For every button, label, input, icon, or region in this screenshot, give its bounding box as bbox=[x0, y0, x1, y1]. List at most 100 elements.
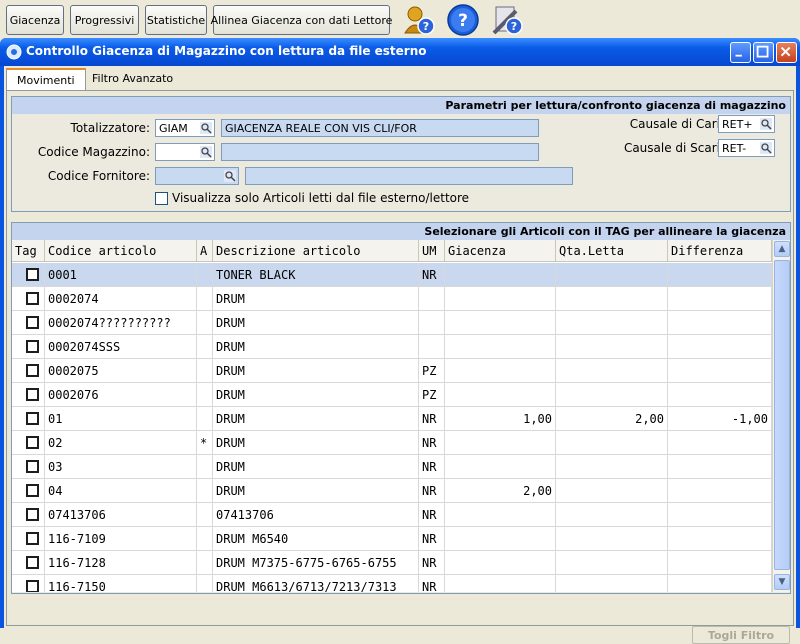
cell-qta-letta bbox=[556, 575, 668, 592]
table-row[interactable]: 116-7150 DRUM M6613/6713/7213/7313 NR bbox=[12, 575, 772, 592]
close-button[interactable] bbox=[776, 42, 797, 63]
totalizzatore-code-field[interactable]: GIAM bbox=[155, 119, 215, 137]
table-row[interactable]: 04 DRUM NR 2,00 bbox=[12, 479, 772, 503]
cell-um: NR bbox=[419, 503, 445, 527]
causale-scarico-field[interactable]: RET- bbox=[718, 139, 775, 157]
lookup-icon[interactable] bbox=[224, 170, 236, 182]
lookup-icon[interactable] bbox=[200, 122, 212, 134]
table-row[interactable]: 01 DRUM NR 1,00 2,00 -1,00 bbox=[12, 407, 772, 431]
help-icon[interactable]: ? bbox=[446, 3, 480, 37]
col-um-header[interactable]: UM bbox=[419, 240, 445, 262]
table-row[interactable]: 0002074SSS DRUM bbox=[12, 335, 772, 359]
cell-tag bbox=[12, 431, 45, 455]
cell-um: NR bbox=[419, 551, 445, 575]
minimize-button[interactable] bbox=[730, 42, 751, 63]
magazzino-label: Codice Magazzino: bbox=[37, 145, 150, 159]
fornitore-code-field[interactable] bbox=[155, 167, 239, 185]
scroll-up-icon[interactable]: ▲ bbox=[774, 241, 790, 257]
tag-checkbox[interactable] bbox=[26, 268, 39, 281]
document-help-icon[interactable]: ? bbox=[490, 3, 524, 37]
cell-differenza: -1,00 bbox=[668, 407, 772, 431]
tag-checkbox[interactable] bbox=[26, 580, 39, 592]
visualizza-checkbox[interactable] bbox=[155, 192, 168, 205]
cell-qta-letta bbox=[556, 383, 668, 407]
tag-checkbox[interactable] bbox=[26, 436, 39, 449]
cell-descrizione: DRUM M6540 bbox=[213, 527, 419, 551]
magazzino-code-field[interactable] bbox=[155, 143, 215, 161]
table-row[interactable]: 0002074 DRUM bbox=[12, 287, 772, 311]
cell-descrizione: DRUM bbox=[213, 431, 419, 455]
cell-um bbox=[419, 335, 445, 359]
cell-a bbox=[197, 527, 213, 551]
cell-tag bbox=[12, 551, 45, 575]
lookup-icon[interactable] bbox=[760, 142, 772, 154]
cell-a bbox=[197, 479, 213, 503]
fornitore-label: Codice Fornitore: bbox=[47, 169, 150, 183]
table-row[interactable]: 0001 TONER BLACK NR bbox=[12, 263, 772, 287]
user-help-icon[interactable]: ? bbox=[402, 3, 436, 37]
cell-descrizione: DRUM bbox=[213, 287, 419, 311]
lookup-icon[interactable] bbox=[200, 146, 212, 158]
statistiche-button[interactable]: Statistiche bbox=[145, 5, 207, 35]
tag-checkbox[interactable] bbox=[26, 340, 39, 353]
col-codice-header[interactable]: Codice articolo bbox=[45, 240, 197, 262]
grid-vertical-scrollbar[interactable]: ▲ ▼ bbox=[772, 240, 790, 592]
tag-checkbox[interactable] bbox=[26, 364, 39, 377]
col-descrizione-header[interactable]: Descrizione articolo bbox=[213, 240, 419, 262]
causale-carico-field[interactable]: RET+ bbox=[718, 115, 775, 133]
table-row[interactable]: 0002076 DRUM PZ bbox=[12, 383, 772, 407]
cell-codice: 01 bbox=[45, 407, 197, 431]
table-row[interactable]: 0002074?????????? DRUM bbox=[12, 311, 772, 335]
cell-um: NR bbox=[419, 455, 445, 479]
tab-content: Parametri per lettura/confronto giacenza… bbox=[6, 90, 794, 644]
cell-codice: 03 bbox=[45, 455, 197, 479]
window-client: Movimenti Filtro Avanzato Parametri per … bbox=[4, 66, 796, 644]
tab-filtro-avanzato[interactable]: Filtro Avanzato bbox=[82, 68, 183, 90]
cell-descrizione: 07413706 bbox=[213, 503, 419, 527]
cell-qta-letta bbox=[556, 311, 668, 335]
cell-tag bbox=[12, 575, 45, 592]
col-tag-header[interactable]: Tag bbox=[12, 240, 45, 262]
tag-checkbox[interactable] bbox=[26, 388, 39, 401]
tag-checkbox[interactable] bbox=[26, 412, 39, 425]
cell-tag bbox=[12, 287, 45, 311]
scroll-thumb[interactable] bbox=[774, 260, 790, 570]
table-row[interactable]: 0002075 DRUM PZ bbox=[12, 359, 772, 383]
lookup-icon[interactable] bbox=[760, 118, 772, 130]
cell-differenza bbox=[668, 431, 772, 455]
cell-giacenza bbox=[445, 263, 556, 287]
table-row[interactable]: 116-7109 DRUM M6540 NR bbox=[12, 527, 772, 551]
tag-checkbox[interactable] bbox=[26, 532, 39, 545]
cell-giacenza bbox=[445, 383, 556, 407]
allinea-giacenza-button[interactable]: Allinea Giacenza con dati Lettore bbox=[211, 5, 392, 35]
tag-checkbox[interactable] bbox=[26, 484, 39, 497]
cell-descrizione: DRUM bbox=[213, 359, 419, 383]
togli-filtro-button[interactable]: Togli Filtro bbox=[692, 626, 790, 644]
table-row[interactable]: 02 * DRUM NR bbox=[12, 431, 772, 455]
col-qta-letta-header[interactable]: Qta.Letta bbox=[556, 240, 668, 262]
cell-a bbox=[197, 455, 213, 479]
cell-a bbox=[197, 287, 213, 311]
col-giacenza-header[interactable]: Giacenza bbox=[445, 240, 556, 262]
cell-um: PZ bbox=[419, 359, 445, 383]
col-differenza-header[interactable]: Differenza bbox=[668, 240, 772, 262]
scroll-down-icon[interactable]: ▼ bbox=[774, 574, 790, 590]
progressivi-button[interactable]: Progressivi bbox=[70, 5, 139, 35]
tag-checkbox[interactable] bbox=[26, 316, 39, 329]
tag-checkbox[interactable] bbox=[26, 508, 39, 521]
table-row[interactable]: 03 DRUM NR bbox=[12, 455, 772, 479]
tab-movimenti[interactable]: Movimenti bbox=[6, 68, 86, 90]
tag-checkbox[interactable] bbox=[26, 556, 39, 569]
maximize-button[interactable] bbox=[753, 42, 774, 63]
table-row[interactable]: 07413706 07413706 NR bbox=[12, 503, 772, 527]
giacenza-button[interactable]: Giacenza bbox=[6, 5, 64, 35]
table-row[interactable]: 116-7128 DRUM M7375-6775-6765-6755 NR bbox=[12, 551, 772, 575]
title-bar[interactable]: Controllo Giacenza di Magazzino con lett… bbox=[0, 38, 800, 66]
cell-um: NR bbox=[419, 479, 445, 503]
tag-checkbox[interactable] bbox=[26, 460, 39, 473]
cell-tag bbox=[12, 359, 45, 383]
cell-um: NR bbox=[419, 263, 445, 287]
col-a-header[interactable]: A bbox=[197, 240, 213, 262]
cell-differenza bbox=[668, 527, 772, 551]
tag-checkbox[interactable] bbox=[26, 292, 39, 305]
